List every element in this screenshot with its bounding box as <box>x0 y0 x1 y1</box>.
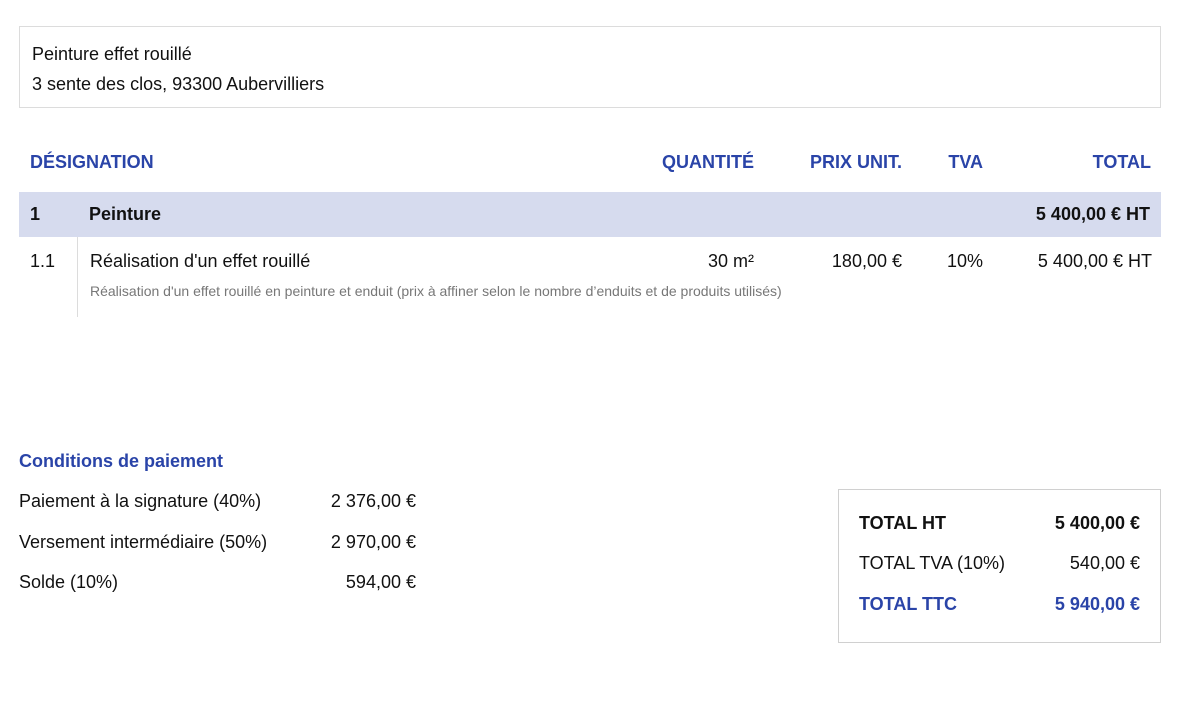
item-indent-divider <box>77 237 78 317</box>
client-address: 3 sente des clos, 93300 Aubervilliers <box>32 74 325 94</box>
section-total: 5 400,00 € HT <box>1035 204 1150 224</box>
client-name: Peinture effet rouillé <box>32 44 192 64</box>
payment-label-intermediaire: Versement intermédiaire (50%) <box>19 532 268 552</box>
total-ht-label: TOTAL HT <box>859 513 946 533</box>
total-ttc-label: TOTAL TTC <box>859 594 957 614</box>
item-number: 1.1 <box>30 251 56 271</box>
item-unit-price: 180,00 € <box>831 251 902 271</box>
payment-amount-signature: 2 376,00 € <box>330 491 416 511</box>
header-total: TOTAL <box>1092 152 1151 172</box>
payment-conditions-title: Conditions de paiement <box>19 451 224 471</box>
section-number: 1 <box>30 204 41 224</box>
section-title: Peinture <box>89 204 162 224</box>
payment-amount-solde: 594,00 € <box>345 572 416 592</box>
total-ht-value: 5 400,00 € <box>1054 513 1140 533</box>
payment-label-signature: Paiement à la signature (40%) <box>19 491 262 511</box>
total-tva-value: 540,00 € <box>1069 553 1140 573</box>
header-designation: DÉSIGNATION <box>30 152 154 172</box>
item-tva: 10% <box>946 251 983 271</box>
payment-amount-intermediaire: 2 970,00 € <box>330 532 416 552</box>
header-tva: TVA <box>948 152 983 172</box>
payment-label-solde: Solde (10%) <box>19 572 119 592</box>
header-prix-unit: PRIX UNIT. <box>809 152 902 172</box>
totals-box: TOTAL HT 5 400,00 € TOTAL TVA (10%) 540,… <box>838 489 1161 643</box>
header-quantite: QUANTITÉ <box>662 152 754 172</box>
section-row: 1 Peinture 5 400,00 € HT <box>19 192 1161 237</box>
client-address-block: Peinture effet rouillé 3 sente des clos,… <box>19 26 1161 108</box>
item-quantity: 30 m² <box>707 251 754 271</box>
total-ttc-value: 5 940,00 € <box>1054 594 1140 614</box>
item-label: Réalisation d'un effet rouillé <box>90 251 311 271</box>
item-description: Réalisation d'un effet rouillé en peintu… <box>90 283 782 299</box>
total-tva-label: TOTAL TVA (10%) <box>859 553 1006 573</box>
item-total: 5 400,00 € HT <box>1037 251 1152 271</box>
